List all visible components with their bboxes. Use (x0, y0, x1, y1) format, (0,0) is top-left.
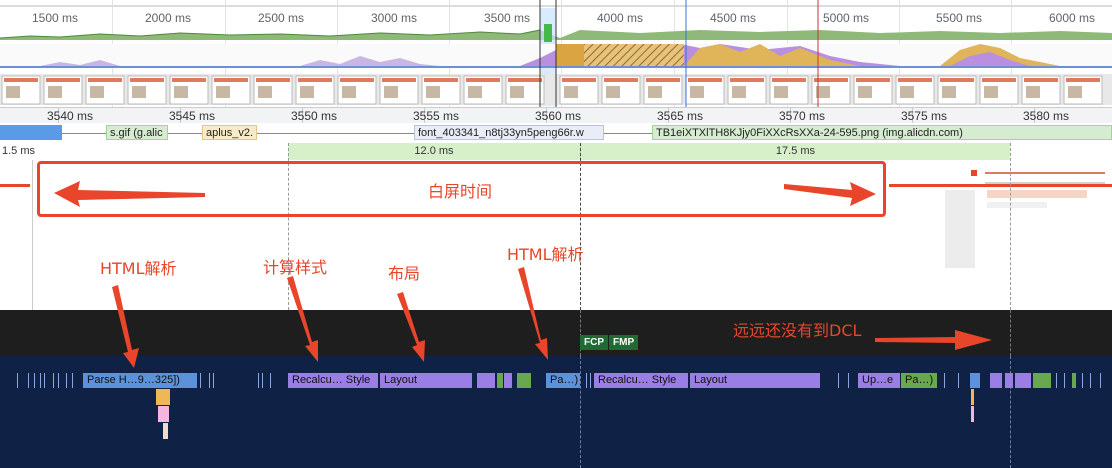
frame-durations: 1.5 ms 12.0 ms 17.5 ms (0, 143, 1112, 160)
ruler-tick: 3580 ms (1023, 109, 1070, 123)
ruler-tick: 3575 ms (901, 109, 948, 123)
timeline-overview[interactable]: 1500 ms 2000 ms 2500 ms 3000 ms 3500 ms … (0, 0, 1112, 107)
recalculate-style-event[interactable]: Recalcu… Style (288, 373, 378, 388)
overview-activity-graph (0, 0, 1112, 107)
ruler-tick: 3555 ms (413, 109, 460, 123)
frame-segment[interactable]: 17.5 ms (580, 143, 1010, 160)
paint-event[interactable]: Pa…) (901, 373, 937, 388)
network-request[interactable]: TB1eiXTXlTH8KJjy0FiXXcRsXXa-24-595.png (… (652, 125, 1112, 140)
ruler-tick: 3550 ms (291, 109, 338, 123)
layout-event[interactable]: Layout (690, 373, 820, 388)
ruler-tick: 3545 ms (169, 109, 216, 123)
fcp-marker[interactable]: FCP (580, 335, 608, 350)
network-request[interactable]: aplus_v2. (202, 125, 257, 140)
ruler-tick: 3560 ms (535, 109, 582, 123)
child-task[interactable] (971, 406, 974, 422)
layout-event[interactable]: Layout (380, 373, 472, 388)
network-request[interactable]: s.gif (g.alic (106, 125, 168, 140)
fmp-marker[interactable]: FMP (609, 335, 639, 350)
network-request[interactable]: font_403341_n8tj33yn5peng66r.w (414, 125, 604, 140)
white-screen-label: 白屏时间 (428, 182, 493, 201)
interactions-track (0, 310, 1112, 356)
ruler-tick: 3540 ms (47, 109, 94, 123)
child-task[interactable] (158, 406, 169, 422)
child-task[interactable] (971, 389, 974, 405)
child-task[interactable] (163, 423, 168, 439)
parse-html-event[interactable]: Pa…) (546, 373, 580, 388)
previous-frame-sliver (0, 184, 30, 187)
parse-html-event[interactable]: Parse H…9…325]) (83, 373, 197, 388)
frame-segment[interactable]: 1.5 ms (0, 143, 288, 160)
recalculate-style-event[interactable]: Recalcu… Style (594, 373, 688, 388)
ruler-tick: 3570 ms (779, 109, 826, 123)
network-track: s.gif (g.alic aplus_v2. font_403341_n8tj… (0, 123, 1112, 144)
frame-boundary (1010, 310, 1011, 356)
layout-label: 布局 (388, 264, 421, 283)
frame-segment[interactable]: 12.0 ms (288, 143, 580, 160)
frame-boundary (1010, 143, 1011, 310)
child-task[interactable] (156, 389, 170, 405)
calc-style-label: 计算样式 (263, 258, 328, 277)
html-parse-label: HTML解析 (507, 245, 584, 264)
no-dcl-label: 远远还没有到DCL (733, 321, 862, 340)
update-layer-tree-event[interactable]: Up…e (858, 373, 900, 388)
main-thread-track: Parse H…9…325]) Recalcu… Style Layout Pa… (0, 356, 1112, 468)
html-parse-label: HTML解析 (100, 259, 177, 278)
ruler-tick: 3565 ms (657, 109, 704, 123)
network-request[interactable] (0, 125, 62, 140)
rendered-page-thumbnail[interactable] (889, 160, 1112, 310)
